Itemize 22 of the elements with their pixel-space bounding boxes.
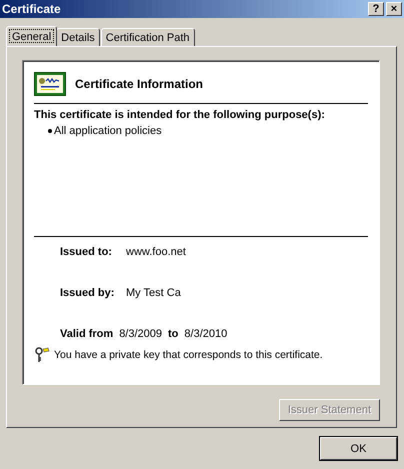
bullet-icon: [48, 129, 52, 133]
key-icon: [34, 347, 50, 363]
field-value: www.foo.net: [126, 246, 186, 258]
close-button[interactable]: ×: [386, 2, 402, 16]
tab[interactable]: Details: [56, 28, 100, 46]
certificate-heading: Certificate Information: [75, 77, 204, 91]
field-value: 8/3/2009: [119, 328, 162, 340]
field-value: My Test Ca: [126, 287, 181, 299]
field-value: 8/3/2010: [184, 328, 228, 340]
purpose-heading: This certificate is intended for the following purpose(s):: [34, 109, 326, 121]
purpose-item: All application policies: [54, 125, 162, 137]
field-label: Valid from: [60, 328, 114, 340]
private-key-note: You have a private key that corresponds to this certificate.: [54, 349, 323, 361]
field-label: Issued to:: [60, 246, 113, 258]
certificate-icon: [34, 72, 66, 96]
ok-button[interactable]: OK: [320, 437, 397, 460]
window-title: Certificate: [2, 2, 61, 16]
help-button[interactable]: ?: [368, 2, 384, 16]
field-label: Issued by:: [60, 287, 116, 299]
tab[interactable]: General: [6, 26, 58, 46]
field-label: to: [168, 328, 178, 340]
tab[interactable]: Certification Path: [100, 28, 195, 46]
